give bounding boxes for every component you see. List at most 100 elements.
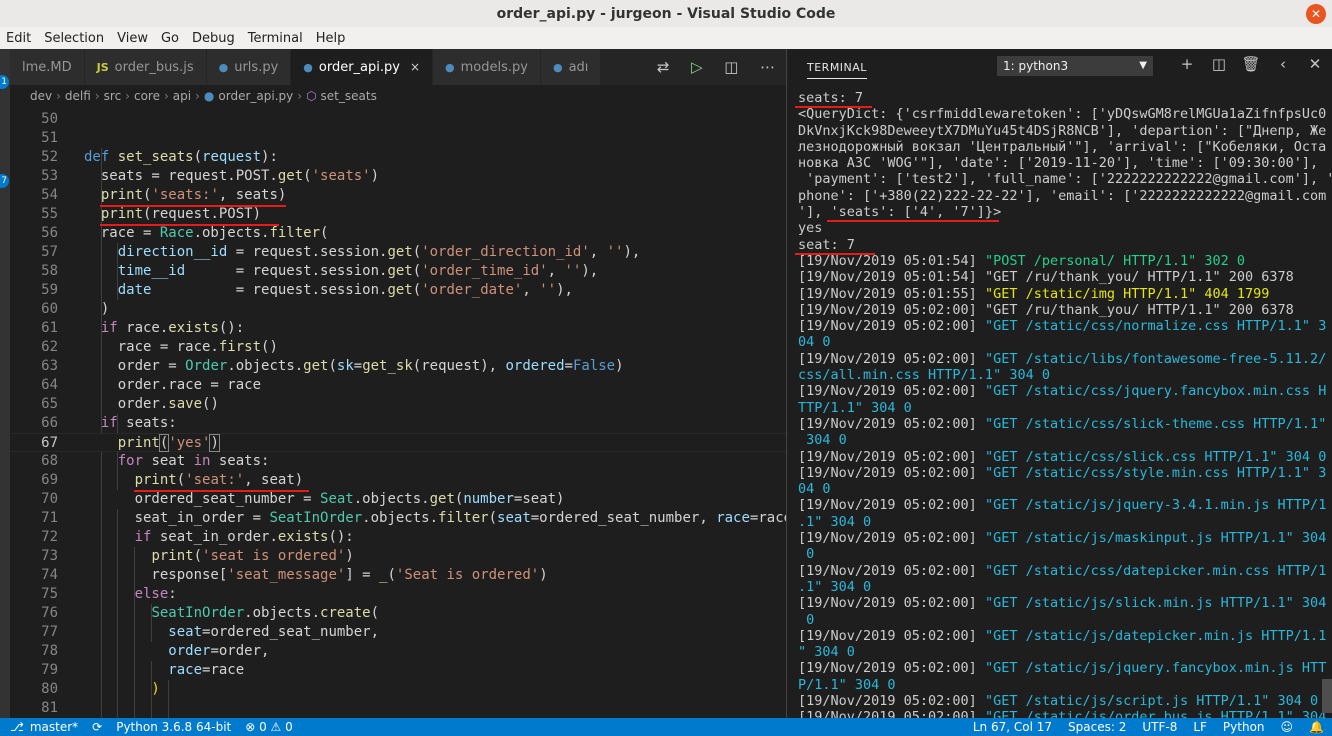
window-close-button[interactable]: ✕	[1306, 4, 1326, 24]
menu-selection[interactable]: Selection	[44, 31, 104, 46]
tab-urls-py[interactable]: ● urls.py	[206, 49, 292, 85]
python-file-icon: ●	[203, 89, 215, 103]
more-actions-icon[interactable]: ⋯	[760, 58, 775, 76]
breadcrumb-item[interactable]: delfi	[65, 89, 91, 103]
log-line: [19/Nov/2019 05:02:00] "GET /static/css/…	[798, 383, 1326, 400]
trash-icon[interactable]: 🗑	[1235, 55, 1267, 73]
tab-label: models.py	[460, 59, 528, 75]
line-number: 77	[41, 624, 58, 640]
log-line: [19/Nov/2019 05:01:54] "GET /ru/thank_yo…	[798, 269, 1318, 285]
line-number: 79	[41, 662, 58, 678]
log-timestamp: [19/Nov/2019 05:02:00]	[798, 530, 977, 547]
tab-order-bus-js[interactable]: JS order_bus.js	[84, 49, 207, 85]
status-problems[interactable]: ⊗ 0 ⚠ 0	[245, 720, 293, 734]
log-line-continuation: .1" 304 0	[798, 514, 1318, 530]
log-line-continuation: 04 0	[798, 334, 1318, 350]
sync-icon[interactable]: ⟳	[92, 720, 102, 734]
log-message: TTP/1.1" 304 0	[798, 399, 912, 416]
log-message: "GET /static/css/datepicker.min.css HTTP…	[984, 562, 1327, 579]
menu-help[interactable]: Help	[316, 31, 346, 46]
log-timestamp: [19/Nov/2019 05:02:00]	[798, 383, 977, 400]
status-language[interactable]: Python	[1223, 720, 1265, 734]
bell-icon[interactable]: 🔔	[1309, 720, 1324, 734]
breadcrumb-item[interactable]: dev	[30, 89, 52, 103]
line-number: 56	[41, 225, 58, 241]
log-message: 0	[798, 546, 815, 563]
log-timestamp: [19/Nov/2019 05:02:00]	[798, 692, 977, 709]
breadcrumb-item[interactable]: order_api.py	[218, 89, 293, 103]
log-line-continuation: P/1.1" 304 0	[798, 677, 1318, 693]
menu-debug[interactable]: Debug	[192, 31, 235, 46]
status-eol[interactable]: LF	[1193, 720, 1207, 734]
close-icon[interactable]: ✕	[1299, 55, 1331, 73]
activity-badge[interactable]: 1	[0, 75, 9, 89]
menu-view[interactable]: View	[117, 31, 148, 46]
tab-models-py[interactable]: ● models.py	[433, 49, 541, 85]
code-line: 74 response['seat_message'] = _('Seat is…	[10, 566, 786, 585]
chevron-right-icon: ›	[195, 89, 200, 103]
code-line: 70 ordered_seat_number = Seat.objects.ge…	[10, 490, 786, 509]
line-number: 81	[41, 700, 58, 716]
breadcrumb-item[interactable]: set_seats	[321, 89, 377, 103]
log-line-continuation: .1" 304 0	[798, 579, 1318, 595]
tab-order-api-py[interactable]: ● order_api.py ×	[291, 49, 434, 85]
log-timestamp: [19/Nov/2019 05:01:55]	[798, 285, 977, 302]
breadcrumb-item[interactable]: api	[173, 89, 191, 103]
log-message: "GET /static/js/script.js HTTP/1.1" 304 …	[984, 692, 1319, 709]
compare-changes-icon[interactable]: ⇄	[657, 58, 670, 76]
run-icon[interactable]: ▷	[691, 58, 703, 76]
log-line: [19/Nov/2019 05:02:00] "GET /static/css/…	[798, 318, 1326, 334]
tab-label: adı	[568, 59, 589, 75]
terminal-select[interactable]: 1: python3 ▼	[997, 56, 1153, 76]
log-line: [19/Nov/2019 05:02:00] "GET /static/js/j…	[798, 497, 1326, 513]
tab-admin-py[interactable]: ● adı	[540, 49, 602, 85]
plus-icon[interactable]: +	[1171, 55, 1203, 73]
log-line: [19/Nov/2019 05:02:00] "GET /static/css/…	[798, 416, 1326, 432]
line-number: 57	[41, 244, 58, 260]
status-spaces[interactable]: Spaces: 2	[1068, 720, 1126, 734]
breadcrumb-item[interactable]: core	[134, 89, 160, 103]
terminal-line: '], 'seats': ['4', '7']}>	[798, 204, 1002, 221]
chevron-left-icon[interactable]: ‹	[1267, 55, 1299, 73]
code-line: 69 print('seat:', seat)	[10, 471, 786, 490]
code-line: 80 )	[10, 680, 786, 699]
tab-readme[interactable]: lme.MD	[10, 49, 85, 85]
line-number: 58	[41, 263, 58, 279]
terminal-line: seat: 7	[798, 236, 855, 253]
python-file-icon: ●	[445, 60, 455, 74]
code-line: 60 )	[10, 300, 786, 319]
status-encoding[interactable]: UTF-8	[1142, 720, 1177, 734]
breadcrumb-item[interactable]: src	[104, 89, 122, 103]
split-terminal-icon[interactable]: ◫	[1203, 55, 1235, 73]
terminal-scrollbar[interactable]	[1322, 679, 1332, 713]
log-line: [19/Nov/2019 05:02:00] "GET /static/css/…	[798, 563, 1326, 579]
close-tab-icon[interactable]: ×	[410, 60, 420, 74]
line-number: 72	[41, 529, 58, 545]
log-line: [19/Nov/2019 05:02:00] "GET /static/js/s…	[798, 595, 1326, 611]
tab-label: lme.MD	[22, 59, 72, 75]
status-branch[interactable]: master*	[30, 720, 78, 734]
smiley-feedback-icon[interactable]: ☺	[1281, 720, 1294, 734]
log-line: [19/Nov/2019 05:02:00] "GET /static/js/o…	[798, 709, 1326, 718]
menu-go[interactable]: Go	[161, 31, 179, 46]
chevron-right-icon: ›	[56, 89, 61, 103]
code-line: 79 race=race	[10, 661, 786, 680]
activity-badge[interactable]: 7	[0, 174, 9, 188]
log-line: [19/Nov/2019 05:02:00] "GET /static/css/…	[798, 465, 1326, 481]
log-message: "GET /static/css/style.min.css HTTP/1.1"…	[984, 464, 1327, 481]
breadcrumb: dev › delfi › src › core › api › ● order_api.p…	[10, 85, 786, 107]
editor-group: lme.MD JS order_bus.js ● urls.py ● order…	[10, 49, 786, 718]
log-message: "GET /static/css/normalize.css HTTP/1.1"…	[984, 318, 1327, 335]
menu-terminal[interactable]: Terminal	[248, 31, 303, 46]
status-bar: ⎇ master* ⟳ Python 3.6.8 64-bit ⊗ 0 ⚠ 0 …	[0, 718, 1332, 736]
status-python[interactable]: Python 3.6.8 64-bit	[116, 720, 231, 734]
code-editor[interactable]: 50 51 52 def set_seats(request): 53 seats…	[10, 110, 786, 718]
split-editor-icon[interactable]: ◫	[724, 58, 738, 76]
log-message: 04 0	[798, 334, 831, 351]
status-position[interactable]: Ln 67, Col 17	[973, 720, 1052, 734]
menu-edit[interactable]: Edit	[6, 31, 31, 46]
tab-terminal[interactable]: TERMINAL	[807, 61, 867, 79]
terminal-output[interactable]: seats: 7 <QueryDict: {'csrfmiddlewaretok…	[798, 90, 1332, 718]
log-message: "GET /static/css/jquery.fancybox.min.css…	[984, 383, 1327, 400]
line-number: 66	[41, 415, 58, 431]
